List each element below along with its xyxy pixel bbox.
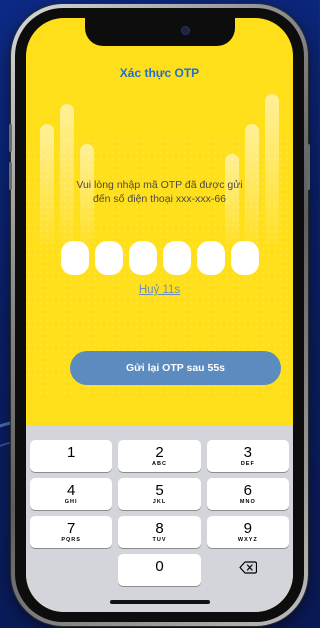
key-3[interactable]: 3 DEF bbox=[206, 440, 289, 472]
key-number: 8 bbox=[155, 519, 164, 537]
key-letters: MNO bbox=[239, 498, 256, 505]
page-title: Xác thực OTP bbox=[119, 66, 200, 80]
delete-key[interactable] bbox=[207, 554, 289, 586]
otp-digit-field[interactable] bbox=[162, 241, 191, 275]
volume-up-button bbox=[9, 124, 12, 152]
otp-digit-field[interactable] bbox=[196, 241, 225, 275]
key-5[interactable]: 5 JKL bbox=[118, 478, 201, 510]
key-number: 4 bbox=[66, 481, 76, 499]
key-letters: DEF bbox=[240, 460, 255, 467]
key-number: 9 bbox=[243, 519, 252, 537]
key-number: 2 bbox=[155, 443, 164, 461]
notch bbox=[84, 18, 235, 46]
volume-down-button bbox=[9, 162, 12, 190]
app-screen: Xác thực OTP Vui lòng nhập mã OTP đã đượ… bbox=[26, 18, 293, 612]
otp-instruction: Vui lòng nhập mã OTP đã được gửi đến số … bbox=[50, 178, 269, 206]
key-letters: PQRS bbox=[61, 536, 81, 543]
home-indicator bbox=[109, 600, 210, 604]
key-number: 3 bbox=[243, 443, 252, 461]
key-number: 1 bbox=[66, 443, 76, 461]
phone-bezel: Xác thực OTP Vui lòng nhập mã OTP đã đượ… bbox=[15, 8, 304, 622]
key-letters: GHI bbox=[64, 498, 78, 505]
power-button bbox=[307, 144, 310, 190]
otp-digit-field[interactable] bbox=[230, 241, 259, 275]
key-number: 7 bbox=[66, 519, 76, 537]
key-0[interactable]: 0 bbox=[118, 554, 201, 586]
otp-digit-field[interactable] bbox=[94, 241, 123, 275]
otp-digit-field[interactable] bbox=[128, 241, 157, 275]
key-6[interactable]: 6 MNO bbox=[206, 478, 289, 510]
key-2[interactable]: 2 ABC bbox=[118, 440, 201, 472]
instruction-line: Vui lòng nhập mã OTP đã được gửi bbox=[76, 179, 243, 191]
key-letters: JKL bbox=[152, 498, 167, 505]
key-4[interactable]: 4 GHI bbox=[30, 478, 113, 510]
key-letters: WXYZ bbox=[237, 536, 258, 543]
key-letters: TUV bbox=[152, 536, 167, 543]
instruction-line: đến số điện thoại xxx-xxx-66 bbox=[92, 193, 227, 205]
key-number: 5 bbox=[155, 481, 164, 499]
resend-otp-button[interactable]: Gửi lại OTP sau 55s bbox=[70, 351, 281, 385]
key-9[interactable]: 9 WXYZ bbox=[206, 516, 289, 548]
backspace-icon bbox=[239, 561, 257, 579]
key-empty bbox=[30, 554, 112, 586]
key-7[interactable]: 7 PQRS bbox=[30, 516, 113, 548]
key-letters: ABC bbox=[152, 460, 167, 467]
cancel-link[interactable]: Huỷ 11s bbox=[26, 284, 293, 296]
otp-digit-field[interactable] bbox=[60, 241, 89, 275]
key-number: 6 bbox=[243, 481, 252, 499]
phone-frame: Xác thực OTP Vui lòng nhập mã OTP đã đượ… bbox=[9, 4, 310, 626]
camera-icon bbox=[180, 26, 190, 35]
numeric-keyboard: 1 2 ABC 3 DEF 4 GHI 5 JKL 6 MNO 7 PQRS 8… bbox=[26, 426, 293, 612]
key-number: 0 bbox=[155, 557, 164, 575]
otp-input-group bbox=[26, 241, 293, 275]
key-1[interactable]: 1 bbox=[30, 440, 113, 472]
key-8[interactable]: 8 TUV bbox=[118, 516, 201, 548]
